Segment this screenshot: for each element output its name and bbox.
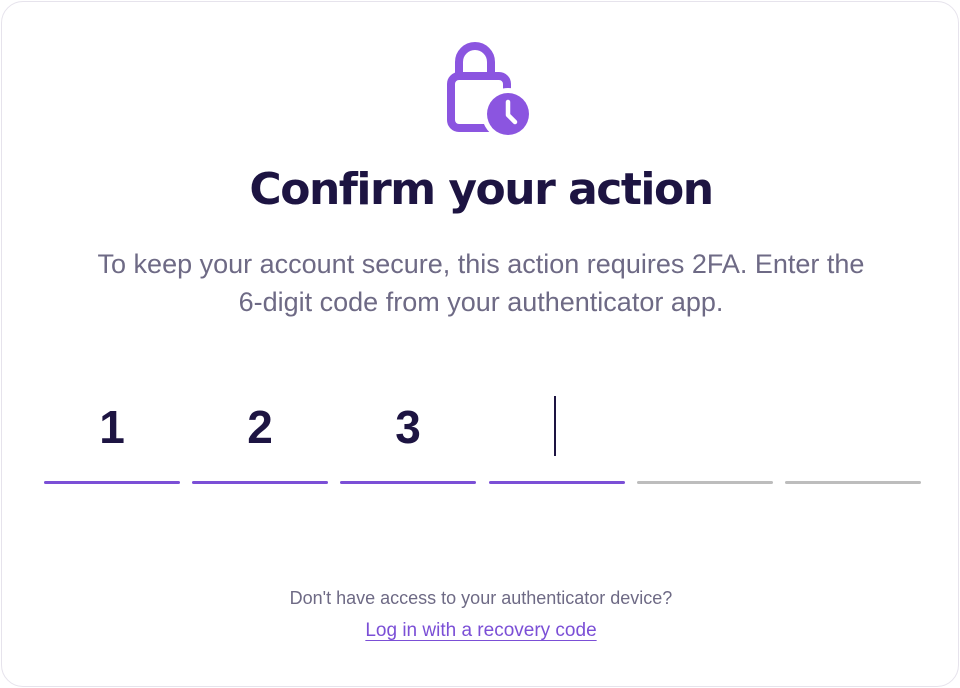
otp-underline [489,481,625,484]
otp-underline [44,481,180,484]
subtitle-line-1: To keep your account secure, this action… [97,249,865,279]
otp-input-group: 1 2 3 [44,394,922,486]
subtitle-line-2: 6-digit code from your authenticator app… [238,287,724,317]
otp-digit-1[interactable]: 1 [44,394,180,484]
recovery-code-link[interactable]: Log in with a recovery code [365,620,596,641]
otp-digit-3[interactable]: 3 [340,394,476,484]
otp-digit-6[interactable] [785,394,921,484]
text-caret [554,396,556,456]
otp-digit-value: 2 [247,401,273,453]
otp-underline [637,481,773,484]
recovery-link-row: Log in with a recovery code [2,620,960,642]
otp-underline [192,481,328,484]
otp-digit-2[interactable]: 2 [192,394,328,484]
subtitle: To keep your account secure, this action… [42,245,920,321]
lock-clock-icon [445,42,534,140]
page-title: Confirm your action [249,164,714,215]
help-text: Don't have access to your authenticator … [289,588,673,608]
otp-digit-4[interactable] [489,394,625,484]
otp-digit-value: 1 [99,401,125,453]
otp-underline [785,481,921,484]
otp-digit-5[interactable] [637,394,773,484]
otp-underline [340,481,476,484]
otp-digit-value: 3 [395,401,421,453]
confirm-action-card: Confirm your action To keep your account… [1,1,959,687]
